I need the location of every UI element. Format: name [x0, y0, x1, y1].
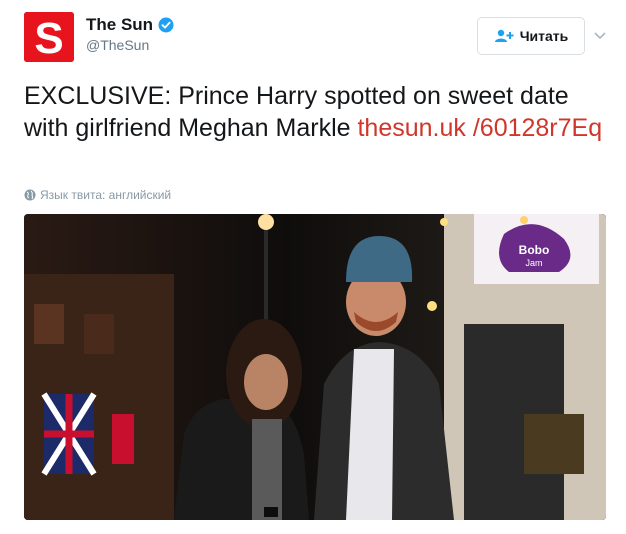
account-info: The Sun @TheSun — [86, 15, 174, 53]
follow-label: Читать — [519, 28, 569, 44]
avatar[interactable]: S — [24, 12, 74, 62]
photo-image: Bobo Jam — [24, 214, 606, 520]
svg-text:Bobo: Bobo — [519, 243, 550, 257]
account-handle[interactable]: @TheSun — [86, 37, 174, 53]
svg-text:S: S — [34, 14, 63, 62]
tweet-text: EXCLUSIVE: Prince Harry spotted on sweet… — [24, 80, 604, 144]
sun-logo-icon: S — [24, 12, 74, 62]
chevron-down-icon[interactable] — [593, 28, 607, 42]
tweet-link[interactable]: thesun.uk /60128r7Eq — [357, 114, 602, 142]
svg-text:Jam: Jam — [525, 258, 542, 268]
verified-badge-icon — [158, 17, 174, 33]
tweet-photo[interactable]: Bobo Jam — [24, 214, 606, 520]
display-name[interactable]: The Sun — [86, 15, 153, 35]
add-user-icon — [494, 29, 514, 42]
follow-button[interactable]: Читать — [477, 17, 585, 55]
tweet-language: Язык твита: английский — [24, 188, 171, 202]
globe-icon — [24, 189, 36, 201]
language-label: Язык твита: английский — [40, 188, 172, 202]
tweet-header: S The Sun @TheSun Читать — [24, 12, 610, 64]
